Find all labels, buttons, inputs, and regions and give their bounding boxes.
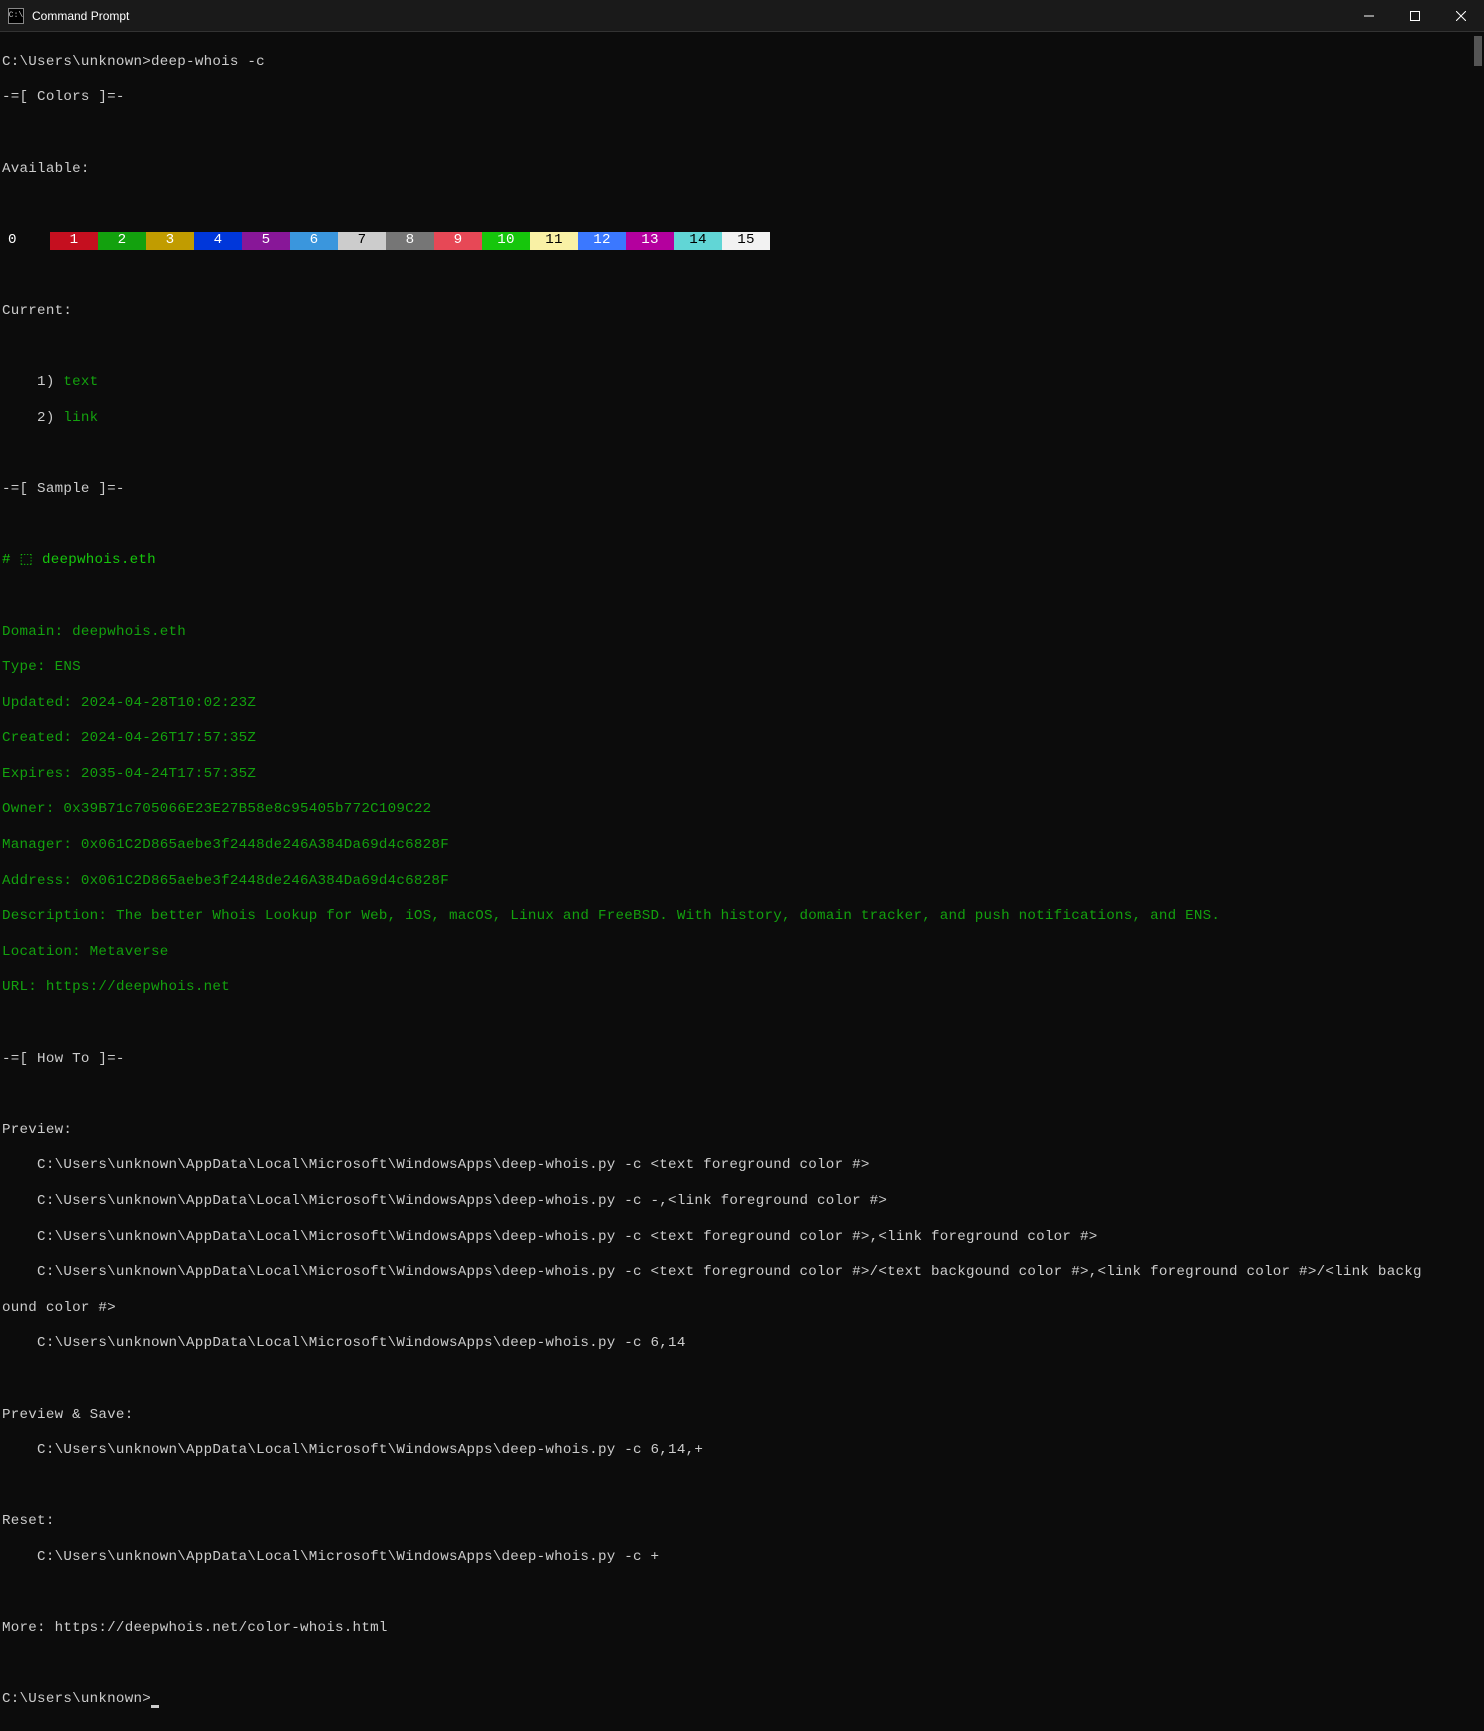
section-header: -=[ Sample ]=- — [2, 481, 1482, 499]
sample-line: Address: 0x061C2D865aebe3f2448de246A384D… — [2, 873, 1482, 891]
section-header: -=[ How To ]=- — [2, 1051, 1482, 1069]
color-swatch-5: 5 — [242, 232, 290, 250]
terminal-output[interactable]: C:\Users\unknown>deep-whois -c -=[ Color… — [0, 32, 1484, 1731]
color-swatch-11: 11 — [530, 232, 578, 250]
color-swatch-15: 15 — [722, 232, 770, 250]
color-swatch-6: 6 — [290, 232, 338, 250]
color-swatch-13: 13 — [626, 232, 674, 250]
sample-line: Description: The better Whois Lookup for… — [2, 908, 1482, 926]
command-text: deep-whois -c — [151, 54, 265, 70]
sample-line: Location: Metaverse — [2, 944, 1482, 962]
howto-line: C:\Users\unknown\AppData\Local\Microsoft… — [2, 1264, 1482, 1282]
sample-line: Domain: deepwhois.eth — [2, 624, 1482, 642]
close-button[interactable] — [1438, 0, 1484, 32]
current-text-value: text — [63, 374, 98, 390]
sample-line: Manager: 0x061C2D865aebe3f2448de246A384D… — [2, 837, 1482, 855]
window-title: Command Prompt — [32, 9, 129, 23]
sample-title: # ⬚ deepwhois.eth — [2, 552, 1482, 570]
howto-preview-save-label: Preview & Save: — [2, 1407, 1482, 1425]
prompt-line: C:\Users\unknown> — [2, 1691, 1482, 1709]
prompt-line: C:\Users\unknown>deep-whois -c — [2, 54, 1482, 72]
howto-more: More: https://deepwhois.net/color-whois.… — [2, 1620, 1482, 1638]
color-swatch-1: 1 — [50, 232, 98, 250]
howto-line: C:\Users\unknown\AppData\Local\Microsoft… — [2, 1442, 1482, 1460]
window-controls — [1346, 0, 1484, 32]
color-swatch-7: 7 — [338, 232, 386, 250]
color-swatch-14: 14 — [674, 232, 722, 250]
sample-line: URL: https://deepwhois.net — [2, 979, 1482, 997]
color-swatch-8: 8 — [386, 232, 434, 250]
color-swatch-row: 0123456789101112131415 — [2, 232, 1482, 250]
sample-line: Type: ENS — [2, 659, 1482, 677]
section-header: -=[ Colors ]=- — [2, 89, 1482, 107]
color-swatch-9: 9 — [434, 232, 482, 250]
color-swatch-10: 10 — [482, 232, 530, 250]
howto-reset-label: Reset: — [2, 1513, 1482, 1531]
color-swatch-3: 3 — [146, 232, 194, 250]
sample-line: Updated: 2024-04-28T10:02:23Z — [2, 695, 1482, 713]
howto-line: C:\Users\unknown\AppData\Local\Microsoft… — [2, 1229, 1482, 1247]
maximize-button[interactable] — [1392, 0, 1438, 32]
howto-line: C:\Users\unknown\AppData\Local\Microsoft… — [2, 1549, 1482, 1567]
howto-line: C:\Users\unknown\AppData\Local\Microsoft… — [2, 1335, 1482, 1353]
howto-preview-label: Preview: — [2, 1122, 1482, 1140]
current-item: 2) link — [2, 410, 1482, 428]
color-swatch-4: 4 — [194, 232, 242, 250]
color-swatch-2: 2 — [98, 232, 146, 250]
color-swatch-12: 12 — [578, 232, 626, 250]
current-item: 1) text — [2, 374, 1482, 392]
current-label: Current: — [2, 303, 1482, 321]
available-label: Available: — [2, 161, 1482, 179]
cursor — [151, 1705, 159, 1708]
howto-line: ound color #> — [2, 1300, 1482, 1318]
prompt: C:\Users\unknown> — [2, 1691, 151, 1707]
sample-line: Owner: 0x39B71c705066E23E27B58e8c95405b7… — [2, 801, 1482, 819]
howto-line: C:\Users\unknown\AppData\Local\Microsoft… — [2, 1157, 1482, 1175]
minimize-button[interactable] — [1346, 0, 1392, 32]
howto-line: C:\Users\unknown\AppData\Local\Microsoft… — [2, 1193, 1482, 1211]
prompt: C:\Users\unknown> — [2, 54, 151, 70]
sample-line: Expires: 2035-04-24T17:57:35Z — [2, 766, 1482, 784]
cmd-icon: C:\ — [8, 8, 24, 24]
sample-line: Created: 2024-04-26T17:57:35Z — [2, 730, 1482, 748]
color-swatch-0: 0 — [2, 232, 50, 250]
window-titlebar: C:\ Command Prompt — [0, 0, 1484, 32]
current-link-value: link — [63, 410, 98, 426]
